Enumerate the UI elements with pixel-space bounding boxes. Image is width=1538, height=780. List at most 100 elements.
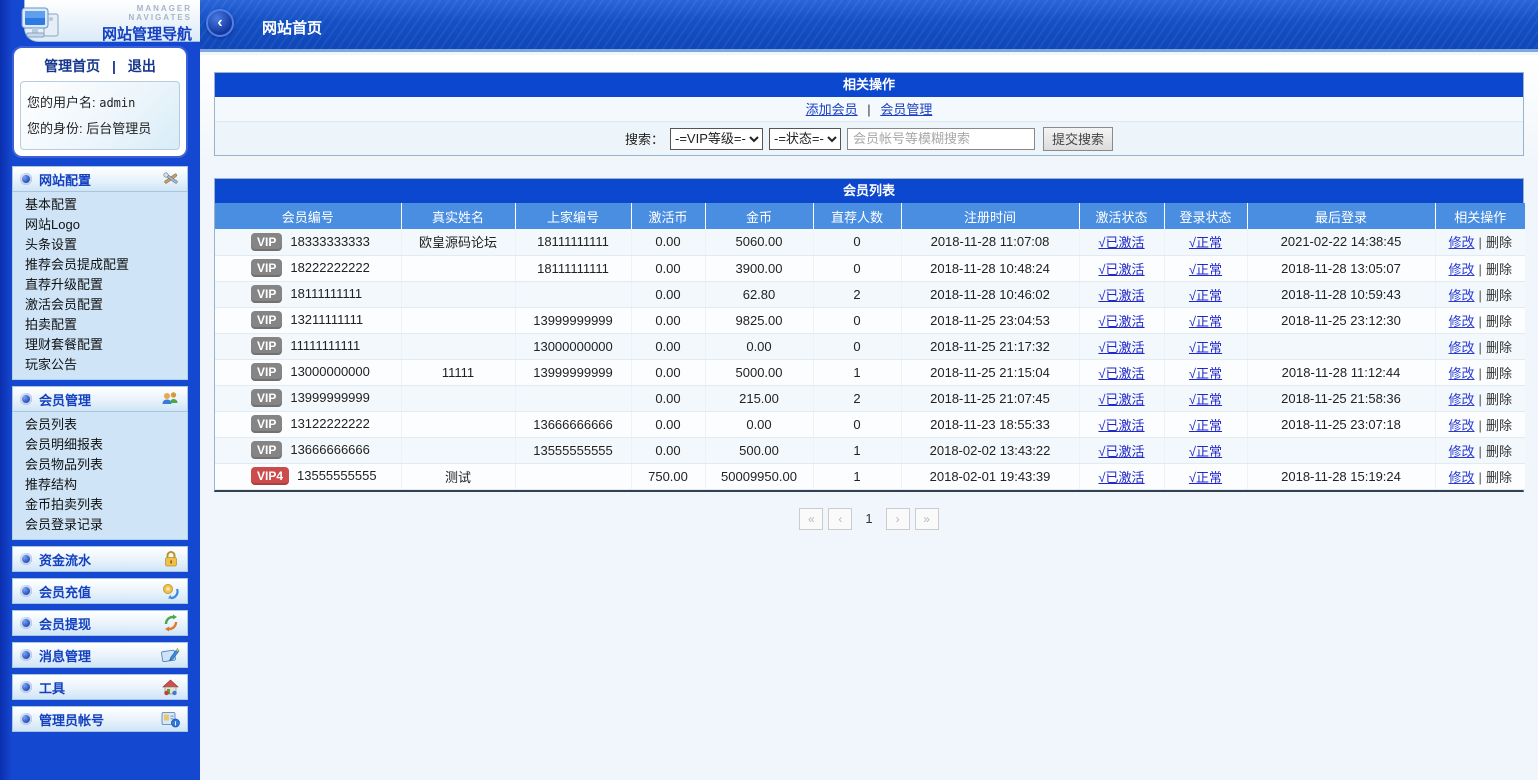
member-name — [401, 281, 515, 307]
delete-link[interactable]: 删除 — [1486, 418, 1512, 433]
delete-link[interactable]: 删除 — [1486, 288, 1512, 303]
edit-link[interactable]: 修改 — [1449, 262, 1475, 277]
sidebar-item-member-manage-4[interactable]: 金币拍卖列表 — [13, 495, 187, 515]
sidebar-section-funds-flow[interactable]: 资金流水 — [12, 546, 188, 572]
column-header: 真实姓名 — [401, 203, 515, 229]
vip-level-select[interactable]: -=VIP等级=- — [670, 128, 763, 150]
back-button[interactable]: ‹ — [206, 9, 234, 37]
delete-link[interactable]: 删除 — [1486, 235, 1512, 250]
section-label: 会员提现 — [39, 614, 91, 633]
activation-status-link[interactable]: √已激活 — [1098, 470, 1144, 485]
edit-link[interactable]: 修改 — [1449, 444, 1475, 459]
direct-referrals: 0 — [813, 255, 901, 281]
sidebar-section-member-withdraw[interactable]: 会员提现 — [12, 610, 188, 636]
member-manage-link[interactable]: 会员管理 — [880, 102, 932, 117]
login-status-link[interactable]: √正常 — [1189, 444, 1222, 459]
activation-status-link[interactable]: √已激活 — [1098, 392, 1144, 407]
delete-link[interactable]: 删除 — [1486, 262, 1512, 277]
login-status-link[interactable]: √正常 — [1189, 470, 1222, 485]
sidebar-section-message-manage[interactable]: 消息管理 — [12, 642, 188, 668]
edit-link[interactable]: 修改 — [1449, 392, 1475, 407]
activation-status-link[interactable]: √已激活 — [1098, 444, 1144, 459]
vip-badge: VIP — [251, 337, 282, 355]
activation-status-link[interactable]: √已激活 — [1098, 262, 1144, 277]
login-status-link[interactable]: √正常 — [1189, 288, 1222, 303]
login-status-link[interactable]: √正常 — [1189, 418, 1222, 433]
sidebar-item-site-config-5[interactable]: 激活会员配置 — [13, 295, 187, 315]
sidebar-section-member-recharge[interactable]: 会员充值 — [12, 578, 188, 604]
activation-status-link[interactable]: √已激活 — [1098, 288, 1144, 303]
sidebar-item-site-config-2[interactable]: 头条设置 — [13, 235, 187, 255]
sidebar-item-member-manage-5[interactable]: 会员登录记录 — [13, 515, 187, 535]
sidebar-section-member-manage[interactable]: 会员管理 — [12, 386, 188, 412]
activation-status-link[interactable]: √已激活 — [1098, 340, 1144, 355]
gold-coins: 50009950.00 — [705, 463, 813, 489]
operations-separator: | — [1479, 418, 1482, 433]
sidebar-item-site-config-1[interactable]: 网站Logo — [13, 215, 187, 235]
sidebar-item-member-manage-2[interactable]: 会员物品列表 — [13, 455, 187, 475]
edit-link[interactable]: 修改 — [1449, 288, 1475, 303]
delete-link[interactable]: 删除 — [1486, 444, 1512, 459]
sidebar-section-tools[interactable]: 工具 — [12, 674, 188, 700]
sidebar-section-site-config[interactable]: 网站配置 — [12, 166, 188, 192]
login-status-link[interactable]: √正常 — [1189, 262, 1222, 277]
username-label: 您的用户名: — [27, 95, 99, 110]
activation-status-link[interactable]: √已激活 — [1098, 235, 1144, 250]
login-status-link[interactable]: √正常 — [1189, 392, 1222, 407]
member-list-title: 会员列表 — [215, 179, 1523, 203]
next-page-button[interactable]: › — [886, 508, 910, 530]
delete-link[interactable]: 删除 — [1486, 314, 1512, 329]
edit-link[interactable]: 修改 — [1449, 340, 1475, 355]
add-member-link[interactable]: 添加会员 — [806, 102, 858, 117]
activation-status-link[interactable]: √已激活 — [1098, 314, 1144, 329]
logout-link[interactable]: 退出 — [128, 58, 156, 74]
login-status-link[interactable]: √正常 — [1189, 366, 1222, 381]
submit-search-button[interactable]: 提交搜索 — [1043, 127, 1113, 151]
upline-id: 13666666666 — [515, 411, 631, 437]
last-page-button[interactable]: » — [915, 508, 939, 530]
admin-home-link[interactable]: 管理首页 — [44, 58, 100, 74]
sidebar-item-site-config-4[interactable]: 直荐升级配置 — [13, 275, 187, 295]
edit-link[interactable]: 修改 — [1449, 418, 1475, 433]
upline-id: 18111111111 — [515, 229, 631, 255]
operations-separator: | — [1479, 366, 1482, 381]
login-status-link[interactable]: √正常 — [1189, 340, 1222, 355]
first-page-button[interactable]: « — [799, 508, 823, 530]
search-bar: 搜索： -=VIP等级=- -=状态=- 提交搜索 — [215, 122, 1523, 155]
section-bullet-icon — [20, 713, 32, 725]
login-status-link[interactable]: √正常 — [1189, 314, 1222, 329]
edit-link[interactable]: 修改 — [1449, 314, 1475, 329]
login-status-link[interactable]: √正常 — [1189, 235, 1222, 250]
delete-link[interactable]: 删除 — [1486, 366, 1512, 381]
member-id: 13999999999 — [290, 390, 370, 405]
status-select[interactable]: -=状态=- — [769, 128, 841, 150]
delete-link[interactable]: 删除 — [1486, 392, 1512, 407]
upline-id — [515, 463, 631, 489]
member-id: 13122222222 — [290, 416, 370, 431]
sidebar-item-site-config-7[interactable]: 理财套餐配置 — [13, 335, 187, 355]
sidebar-item-member-manage-0[interactable]: 会员列表 — [13, 415, 187, 435]
edit-link[interactable]: 修改 — [1449, 366, 1475, 381]
activation-coins: 0.00 — [631, 359, 705, 385]
activation-status-link[interactable]: √已激活 — [1098, 366, 1144, 381]
upline-id: 13000000000 — [515, 333, 631, 359]
activation-status-link[interactable]: √已激活 — [1098, 418, 1144, 433]
search-input[interactable] — [847, 128, 1035, 150]
sidebar-item-site-config-3[interactable]: 推荐会员提成配置 — [13, 255, 187, 275]
edit-link[interactable]: 修改 — [1449, 235, 1475, 250]
activation-coins: 0.00 — [631, 411, 705, 437]
sidebar-section-admin-account[interactable]: 管理员帐号i — [12, 706, 188, 732]
sidebar-item-site-config-8[interactable]: 玩家公告 — [13, 355, 187, 375]
sidebar-item-site-config-0[interactable]: 基本配置 — [13, 195, 187, 215]
last-login: 2018-11-28 11:12:44 — [1247, 359, 1435, 385]
delete-link[interactable]: 删除 — [1486, 470, 1512, 485]
sidebar-item-member-manage-3[interactable]: 推荐结构 — [13, 475, 187, 495]
sidebar-item-member-manage-1[interactable]: 会员明细报表 — [13, 435, 187, 455]
row-operations: 修改|删除 — [1435, 229, 1525, 255]
sidebar-item-site-config-6[interactable]: 拍卖配置 — [13, 315, 187, 335]
register-time: 2018-11-28 11:07:08 — [901, 229, 1079, 255]
edit-link[interactable]: 修改 — [1449, 470, 1475, 485]
direct-referrals: 0 — [813, 411, 901, 437]
delete-link[interactable]: 删除 — [1486, 340, 1512, 355]
prev-page-button[interactable]: ‹ — [828, 508, 852, 530]
